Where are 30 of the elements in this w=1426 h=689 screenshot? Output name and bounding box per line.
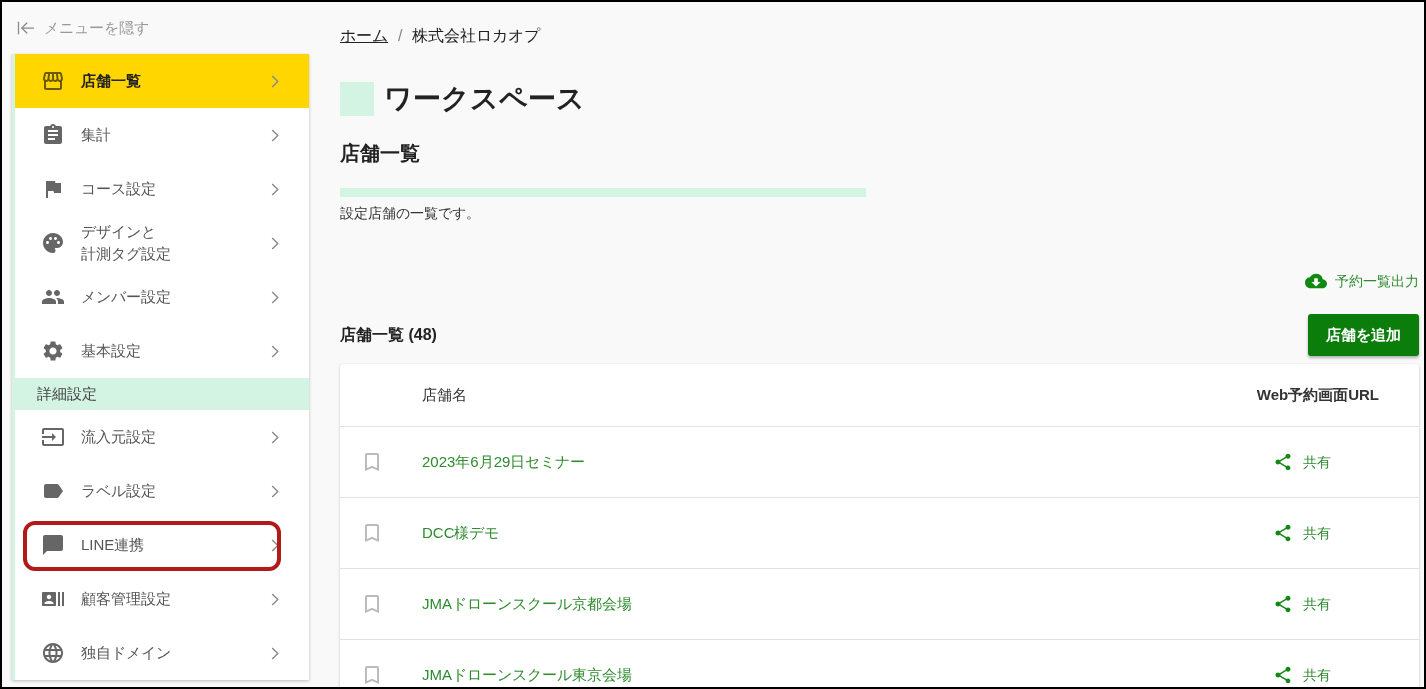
section-header: 詳細設定 [15, 378, 309, 410]
sidebar-item[interactable]: 顧客管理設定 [15, 572, 309, 626]
store-name-link[interactable]: JMAドローンスクール京都会場 [422, 592, 1273, 616]
sidebar-item[interactable]: 基本設定 [15, 324, 309, 378]
store-name-link[interactable]: DCC様デモ [422, 521, 1273, 545]
sidebar-item[interactable]: 独自ドメイン [15, 626, 309, 680]
store-name-link[interactable]: JMAドローンスクール東京会場 [422, 663, 1273, 687]
list-title: 店舗一覧 (48) [340, 325, 437, 345]
section-title: 店舗一覧 [340, 141, 421, 166]
sidebar-item[interactable]: 流入元設定 [15, 410, 309, 464]
sidebar-item[interactable]: 店舗一覧 [15, 54, 309, 108]
sidebar-item[interactable]: 集計 [15, 108, 309, 162]
sidebar-item[interactable]: ラベル設定 [15, 464, 309, 518]
add-store-button[interactable]: 店舗を追加 [1308, 314, 1419, 356]
breadcrumb-separator: / [398, 26, 403, 46]
sidebar-item[interactable]: コース設定 [15, 162, 309, 216]
column-header: Web予約画面URL [1256, 384, 1379, 405]
column-header: 店舗名 [422, 384, 468, 405]
share-link[interactable]: 共有 [1273, 451, 1331, 473]
share-link[interactable]: 共有 [1273, 522, 1331, 544]
page-title: ワークスペース [384, 82, 585, 116]
breadcrumb-current: 株式会社ロカオプ [412, 26, 541, 46]
share-link[interactable]: 共有 [1273, 593, 1331, 615]
breadcrumb-link[interactable]: ホーム [340, 24, 388, 48]
description-text: 設定店舗の一覧です。 [340, 204, 481, 223]
export-link[interactable]: 予約一覧出力 [1305, 270, 1419, 292]
sidebar-item[interactable]: メンバー設定 [15, 270, 309, 324]
sidebar-item[interactable]: デザインと 計測タグ設定 [15, 216, 309, 270]
store-name-link[interactable]: 2023年6月29日セミナー [422, 450, 1273, 474]
share-link[interactable]: 共有 [1273, 664, 1331, 686]
